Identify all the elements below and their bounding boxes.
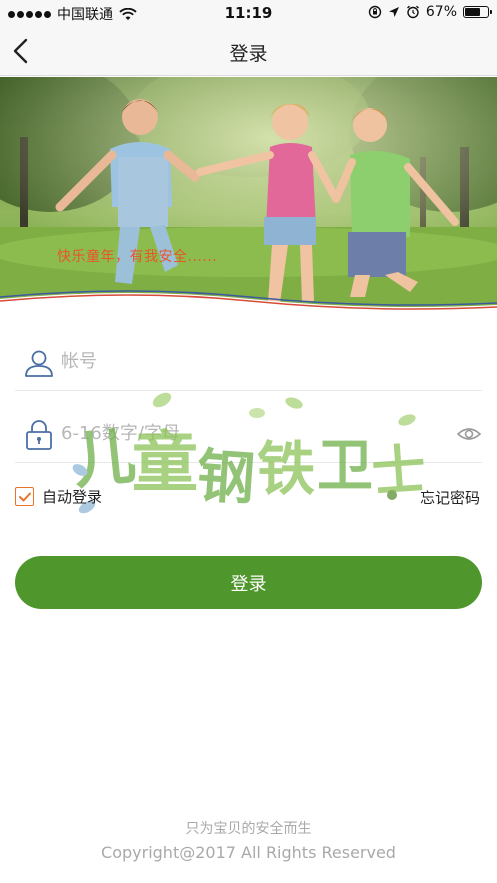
checkmark-icon — [18, 492, 31, 501]
password-input[interactable] — [61, 417, 441, 449]
nav-bar: 登录 — [0, 26, 497, 76]
eye-icon[interactable] — [456, 421, 482, 447]
auto-login-toggle[interactable]: 自动登录 — [15, 486, 102, 507]
login-button[interactable]: 登录 — [15, 556, 482, 609]
alarm-icon — [406, 5, 419, 19]
status-bar: 中国联通 11:19 67% — [0, 0, 497, 26]
footer-copyright: Copyright@2017 All Rights Reserved — [101, 843, 396, 862]
lock-icon — [26, 420, 52, 450]
account-field — [15, 333, 482, 391]
auto-login-checkbox[interactable] — [15, 487, 34, 506]
hero-banner: 快乐童年，有我安全...... — [0, 77, 497, 322]
banner-image — [0, 77, 497, 322]
user-icon — [25, 350, 53, 377]
account-input[interactable] — [61, 345, 441, 377]
battery-level — [465, 8, 480, 16]
battery-icon — [463, 6, 492, 18]
battery-percent: 67% — [425, 4, 457, 20]
location-arrow-icon — [388, 7, 399, 17]
status-right: 67% — [368, 4, 492, 20]
password-field — [15, 405, 482, 463]
auto-login-label: 自动登录 — [42, 488, 103, 506]
banner-slogan: 快乐童年，有我安全...... — [57, 249, 218, 265]
footer-slogan: 只为宝贝的安全而生 — [185, 821, 312, 837]
page-title: 登录 — [229, 43, 268, 65]
orientation-lock-icon — [368, 5, 382, 19]
forgot-password-link[interactable]: 忘记密码 — [420, 487, 480, 508]
